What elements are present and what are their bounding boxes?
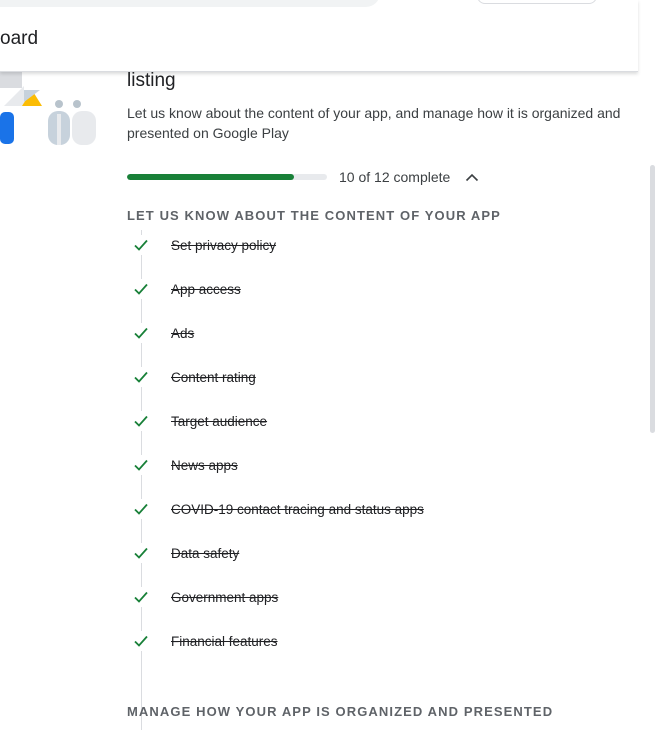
task-item[interactable]: Set privacy policy: [131, 233, 276, 257]
task-label: Set privacy policy: [171, 237, 277, 253]
task-item[interactable]: COVID-19 contact tracing and status apps: [131, 497, 424, 521]
task-illustration: [0, 64, 100, 154]
task-label: Government apps: [171, 589, 279, 605]
check-icon: [131, 323, 151, 343]
section-header-presentation: MANAGE HOW YOUR APP IS ORGANIZED AND PRE…: [127, 704, 554, 719]
search-input[interactable]: [0, 0, 380, 7]
task-item[interactable]: Content rating: [131, 365, 256, 389]
progress-fill: [127, 174, 294, 180]
progress-bar: [127, 174, 327, 180]
task-label: Target audience: [171, 413, 268, 429]
card-heading: listing: [127, 70, 176, 91]
chevron-up-icon: [465, 173, 479, 181]
card-description: Let us know about the content of your ap…: [127, 105, 621, 141]
task-item[interactable]: Financial features: [131, 629, 278, 653]
task-label: App access: [171, 281, 241, 297]
page-title: oard: [0, 28, 39, 49]
task-label: Data safety: [171, 545, 240, 561]
check-icon: [131, 499, 151, 519]
task-item[interactable]: News apps: [131, 453, 238, 477]
check-icon: [131, 411, 151, 431]
check-icon: [131, 543, 151, 563]
task-item[interactable]: Target audience: [131, 409, 267, 433]
check-icon: [131, 279, 151, 299]
check-icon: [131, 631, 151, 651]
timeline-line: [141, 230, 142, 730]
task-item[interactable]: App access: [131, 277, 241, 301]
collapse-button[interactable]: [462, 168, 482, 186]
task-item[interactable]: Data safety: [131, 541, 239, 565]
task-label: Financial features: [171, 633, 278, 649]
task-label: Ads: [171, 325, 195, 341]
section-header-content: LET US KNOW ABOUT THE CONTENT OF YOUR AP…: [127, 208, 501, 223]
check-icon: [131, 235, 151, 255]
check-icon: [131, 367, 151, 387]
task-label: Content rating: [171, 369, 256, 385]
task-item[interactable]: Ads: [131, 321, 194, 345]
check-icon: [131, 587, 151, 607]
check-icon: [131, 455, 151, 475]
top-app-bar: oard: [0, 0, 638, 72]
task-label: News apps: [171, 457, 238, 473]
task-label: COVID-19 contact tracing and status apps: [171, 501, 424, 517]
progress-text: 10 of 12 complete: [339, 169, 451, 185]
scrollbar[interactable]: [650, 165, 655, 433]
task-item[interactable]: Government apps: [131, 585, 278, 609]
header-button[interactable]: [477, 0, 597, 4]
